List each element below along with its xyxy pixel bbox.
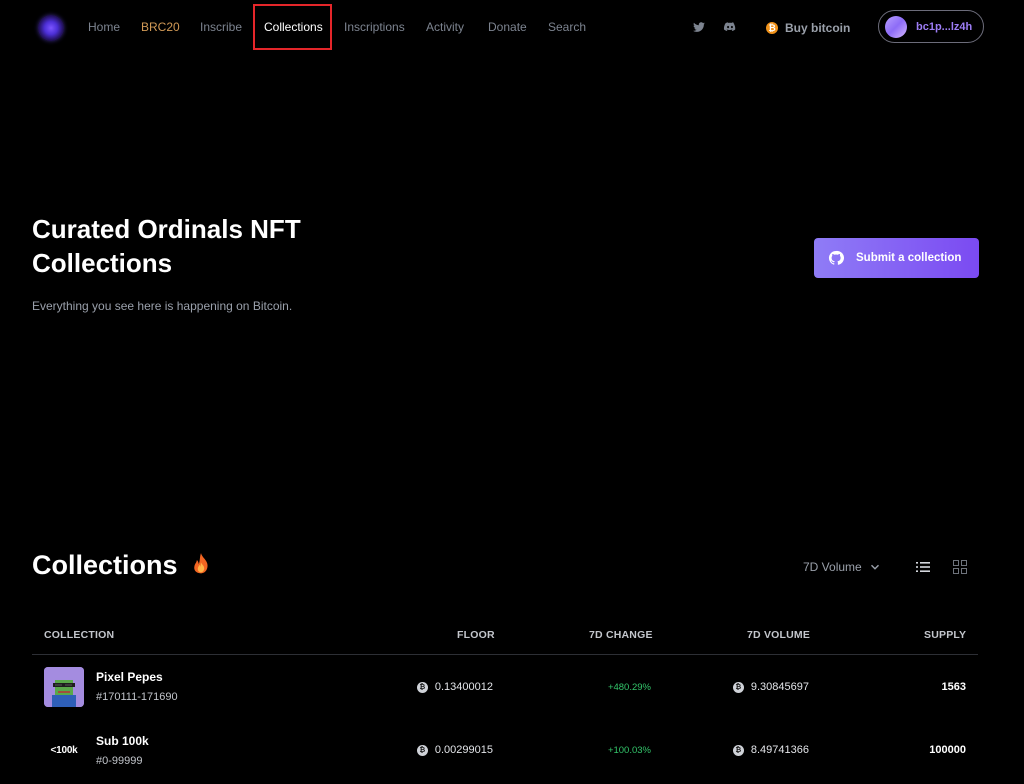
page-title: Curated Ordinals NFT Collections xyxy=(32,214,301,278)
nav-inscriptions[interactable]: Inscriptions xyxy=(344,20,405,34)
floor-value: 0.13400012 xyxy=(434,681,493,693)
nav-donate[interactable]: Donate xyxy=(488,20,527,34)
thumbnail-text: <100k xyxy=(50,744,78,756)
change-value: +480.29% xyxy=(607,682,651,693)
change-cell: +100.03% xyxy=(532,745,651,756)
wallet-avatar xyxy=(885,16,907,38)
volume-value: 8.49741366 xyxy=(750,744,809,756)
submit-collection-label: Submit a collection xyxy=(856,252,962,264)
floor-value: 0.00299015 xyxy=(434,744,493,756)
collection-thumbnail xyxy=(44,667,84,707)
pixel-pepe-image xyxy=(44,667,84,707)
volume-value: 9.30845697 xyxy=(750,681,809,693)
nav-activity[interactable]: Activity xyxy=(426,20,464,34)
wallet-button[interactable]: bc1p...lz4h xyxy=(878,10,984,43)
bitcoin-icon: ₿ xyxy=(766,22,778,34)
active-nav-highlight xyxy=(253,4,332,50)
table-header: COLLECTION FLOOR 7D CHANGE 7D VOLUME SUP… xyxy=(32,629,978,655)
submit-collection-button[interactable]: Submit a collection xyxy=(814,238,979,278)
sort-label: 7D Volume xyxy=(803,560,862,574)
supply-value: 1563 xyxy=(941,681,966,693)
collections-heading: Collections xyxy=(32,550,212,581)
list-view-icon[interactable] xyxy=(916,560,930,574)
bitcoin-icon: ₿ xyxy=(732,744,744,756)
collection-range: #0-99999 xyxy=(96,755,143,767)
floor-cell: ₿ 0.13400012 xyxy=(362,681,493,693)
floor-cell: ₿ 0.00299015 xyxy=(362,744,493,756)
logo-icon[interactable] xyxy=(38,15,64,41)
change-cell: +480.29% xyxy=(532,682,651,693)
column-7d-volume[interactable]: 7D VOLUME xyxy=(747,629,810,641)
sort-dropdown[interactable]: 7D Volume xyxy=(803,560,880,574)
chevron-down-icon xyxy=(870,564,879,570)
grid-view-icon[interactable] xyxy=(953,560,967,574)
buy-bitcoin-button[interactable]: ₿ Buy bitcoin xyxy=(766,20,850,36)
supply-value: 100000 xyxy=(929,744,966,756)
column-7d-change[interactable]: 7D CHANGE xyxy=(589,629,653,641)
wallet-address: bc1p...lz4h xyxy=(916,21,973,33)
collection-thumbnail: <100k xyxy=(44,730,84,770)
supply-cell: 1563 xyxy=(852,681,966,693)
buy-bitcoin-label: Buy bitcoin xyxy=(785,21,851,35)
nav-home[interactable]: Home xyxy=(88,20,120,34)
discord-icon[interactable] xyxy=(723,20,737,34)
table-row[interactable]: Pixel Pepes #170111-171690 ₿ 0.13400012 … xyxy=(32,656,978,720)
volume-cell: ₿ 8.49741366 xyxy=(672,744,809,756)
collection-range: #170111-171690 xyxy=(96,691,178,703)
nav-inscribe[interactable]: Inscribe xyxy=(200,20,242,34)
column-collection[interactable]: COLLECTION xyxy=(44,629,114,641)
change-value: +100.03% xyxy=(607,745,651,756)
nav-search[interactable]: Search xyxy=(548,20,586,34)
github-icon xyxy=(828,250,844,265)
volume-cell: ₿ 9.30845697 xyxy=(672,681,809,693)
bitcoin-icon: ₿ xyxy=(416,681,428,693)
twitter-icon[interactable] xyxy=(692,20,706,34)
bitcoin-icon: ₿ xyxy=(416,744,428,756)
collections-title: Collections xyxy=(32,550,178,580)
nav-brc20[interactable]: BRC20 xyxy=(141,20,180,34)
page-subtitle: Everything you see here is happening on … xyxy=(32,299,293,313)
column-floor[interactable]: FLOOR xyxy=(457,629,495,641)
supply-cell: 100000 xyxy=(852,744,966,756)
collection-name[interactable]: Sub 100k xyxy=(96,734,149,748)
top-nav: Home BRC20 Inscribe Collections Inscript… xyxy=(0,0,1024,56)
fire-icon xyxy=(193,552,208,573)
bitcoin-icon: ₿ xyxy=(732,681,744,693)
table-row[interactable]: <100k Sub 100k #0-99999 ₿ 0.00299015 +10… xyxy=(32,720,978,784)
column-supply[interactable]: SUPPLY xyxy=(924,629,966,641)
collection-name[interactable]: Pixel Pepes xyxy=(96,670,163,684)
